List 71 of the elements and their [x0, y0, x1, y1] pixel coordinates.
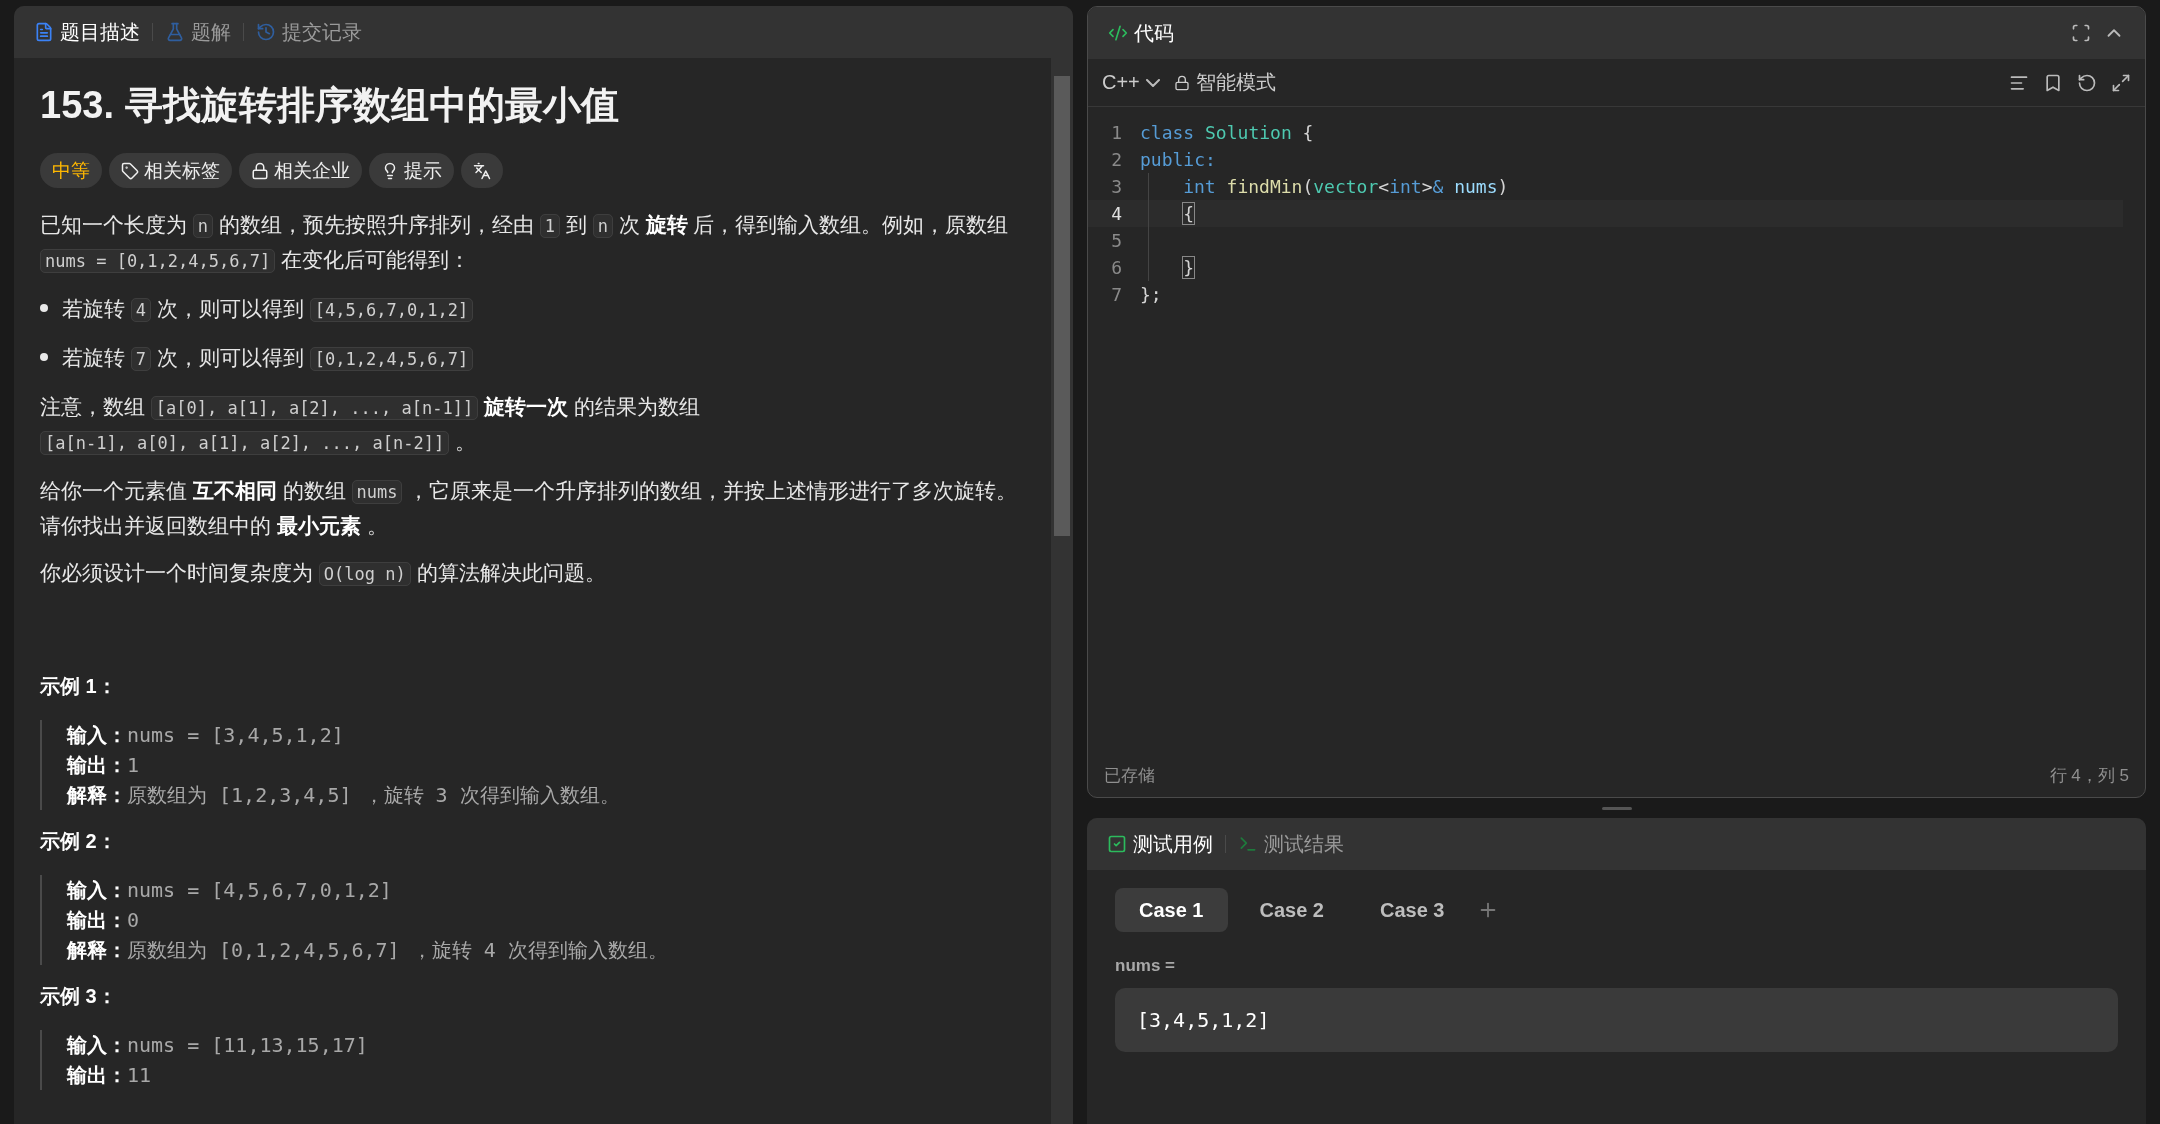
mode-label[interactable]: 智能模式 [1195, 69, 1276, 96]
example-line: 输入：nums = [4,5,6,7,0,1,2] [67, 877, 393, 904]
case-tab[interactable]: Case 2 [1235, 888, 1348, 932]
line-number: 2 [1110, 149, 1123, 170]
terminal-icon [1238, 834, 1258, 854]
example-line: 解释：原数组为 [0,1,2,4,5,6,7] ，旋转 4 次得到输入数组。 [67, 937, 669, 964]
example-heading: 示例 1： [40, 674, 118, 699]
flask-icon [165, 22, 185, 42]
reset-icon[interactable] [2077, 72, 2097, 93]
code-line: class Solution { [1140, 122, 1314, 143]
tag-button[interactable]: 相关企业 [239, 153, 362, 188]
language-dropdown[interactable]: C++ [1102, 71, 1160, 94]
line-number: 6 [1110, 257, 1123, 278]
panel-tab[interactable]: 测试用例 [1107, 830, 1213, 858]
bullet-dot [40, 353, 48, 361]
description-paragraph: 注意，数组 [a[0], a[1], a[2], ..., a[n-1]] 旋转一次 的结果为数组 [a[n-1], a[0], a[1], a[2], ..., a[n-2]] 。 [40, 394, 701, 457]
example-heading: 示例 2： [40, 829, 118, 854]
bullet-dot [40, 304, 48, 312]
code-line: public: [1140, 149, 1216, 170]
description-paragraph: 给你一个元素值 互不相同 的数组 nums ，它原来是一个升序排列的数组，并按上述情形进行了多次旋转。请你找出并返回数组中的 最小元素 。 [40, 478, 1019, 539]
language-label: C++ [1102, 71, 1140, 94]
cursor-position: 行 4，列 5 [2049, 764, 2129, 787]
lock-icon [1173, 74, 1190, 91]
line-number: 7 [1110, 284, 1123, 305]
code-line: int findMin(vector<int>& nums) [1183, 176, 1509, 197]
scrollbar[interactable] [1051, 58, 1073, 1124]
parameter-label: nums = [1115, 956, 1176, 976]
line-number: 1 [1110, 122, 1123, 143]
fullscreen-icon[interactable] [2071, 23, 2091, 43]
description-paragraph: 已知一个长度为 n 的数组，预先按照升序排列，经由 1 到 n 次 旋转 后，得到输入数组。例如，原数组 nums = [0,1,2,4,5,6,7] 在变化后可能得到： [40, 212, 1010, 275]
code-line: { [1183, 203, 1195, 224]
resize-handle[interactable] [1601, 806, 1632, 810]
example-line: 输出：0 [67, 907, 141, 934]
problem-title: 153. 寻找旋转排序数组中的最小值 [40, 83, 620, 128]
history-icon [256, 22, 276, 42]
bookmark-icon[interactable] [2043, 72, 2063, 93]
line-number: 4 [1110, 203, 1123, 224]
example-line: 输入：nums = [11,13,15,17] [67, 1032, 369, 1059]
tag-icon [121, 161, 139, 180]
code-line: } [1183, 257, 1195, 278]
example-line: 输出：11 [67, 1062, 153, 1089]
translate-icon [473, 161, 491, 180]
line-number: 5 [1110, 230, 1123, 251]
example-line: 输出：1 [67, 752, 141, 779]
case-tab[interactable]: Case 1 [1115, 888, 1228, 932]
bullet-text: 若旋转 7 次，则可以得到 [0,1,2,4,5,6,7] [62, 341, 474, 376]
tag-button[interactable]: 提示 [369, 153, 454, 188]
tag-button[interactable] [461, 153, 503, 188]
example-heading: 示例 3： [40, 984, 118, 1009]
bullet-text: 若旋转 4 次，则可以得到 [4,5,6,7,0,1,2] [62, 292, 474, 327]
example-line: 输入：nums = [3,4,5,1,2] [67, 722, 345, 749]
code-line: }; [1140, 284, 1162, 305]
editor-title: 代码 [1108, 19, 1174, 47]
example-line: 解释：原数组为 [1,2,3,4,5] ，旋转 3 次得到输入数组。 [67, 782, 621, 809]
document-icon [34, 22, 54, 42]
panel-tab[interactable]: 题目描述 [34, 18, 140, 46]
checkbox-icon [1107, 834, 1127, 854]
panel-tab[interactable]: 提交记录 [256, 18, 362, 46]
panel-tab[interactable]: 题解 [165, 18, 231, 46]
code-icon [1108, 23, 1128, 43]
panel-tab[interactable]: 测试结果 [1238, 830, 1344, 858]
description-paragraph: 你必须设计一个时间复杂度为 O(log n) 的算法解决此问题。 [40, 560, 607, 588]
chevron-down-icon [1145, 78, 1160, 87]
parameter-field[interactable]: [3,4,5,1,2] [1115, 988, 2118, 1052]
case-tab[interactable]: Case 3 [1356, 888, 1469, 932]
difficulty-badge: 中等 [40, 153, 102, 188]
lock-icon [251, 161, 269, 180]
expand-icon[interactable] [2111, 72, 2131, 93]
line-number: 3 [1110, 176, 1123, 197]
tag-button[interactable]: 相关标签 [109, 153, 232, 188]
save-status: 已存储 [1104, 764, 1155, 787]
